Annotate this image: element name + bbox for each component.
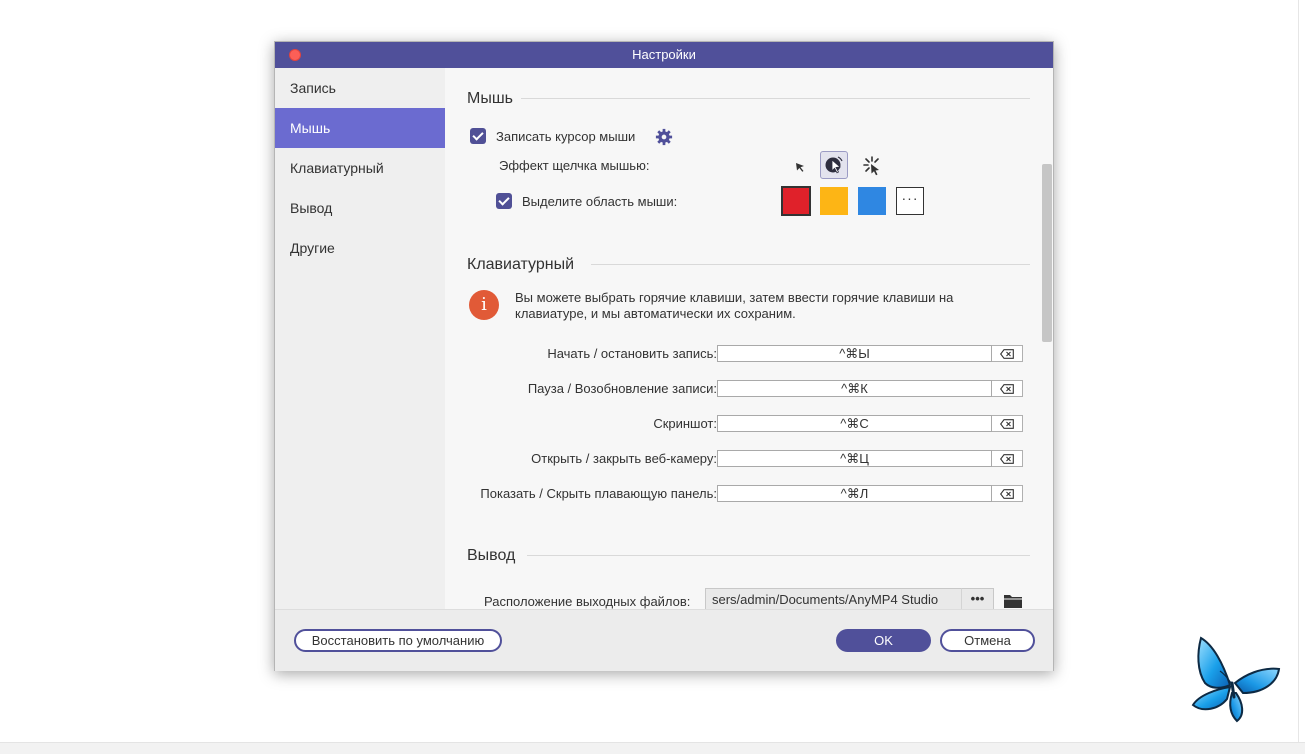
backspace-icon bbox=[1000, 488, 1014, 499]
hotkey-field-screenshot[interactable]: ^⌘С bbox=[717, 415, 992, 432]
folder-icon[interactable] bbox=[1003, 593, 1023, 609]
hotkey-label-start-stop: Начать / остановить запись: bbox=[547, 346, 717, 361]
ok-button[interactable]: OK bbox=[836, 629, 931, 652]
cancel-button[interactable]: Отмена bbox=[940, 629, 1035, 652]
click-burst-cursor-icon[interactable] bbox=[858, 152, 886, 180]
hotkey-label-webcam: Открыть / закрыть веб-камеру: bbox=[531, 451, 717, 466]
content-scrollbar[interactable] bbox=[1042, 164, 1052, 342]
settings-sidebar: Запись Мышь Клавиатурный Вывод Другие bbox=[275, 68, 445, 609]
arrow-cursor-icon[interactable] bbox=[786, 153, 814, 181]
hotkey-label-floating-panel: Показать / Скрыть плавающую панель: bbox=[480, 486, 717, 501]
hotkey-field-webcam[interactable]: ^⌘Ц bbox=[717, 450, 992, 467]
sidebar-item-mouse[interactable]: Мышь bbox=[275, 108, 445, 148]
highlight-area-checkbox[interactable] bbox=[496, 193, 512, 209]
more-colors-button[interactable]: ··· bbox=[896, 187, 924, 215]
click-ripple-cursor-icon[interactable] bbox=[820, 151, 848, 179]
sidebar-item-record[interactable]: Запись bbox=[275, 68, 445, 108]
hotkey-field-start-stop[interactable]: ^⌘Ы bbox=[717, 345, 992, 362]
clear-hotkey-button[interactable] bbox=[992, 380, 1023, 397]
close-window-button[interactable] bbox=[289, 49, 301, 61]
backspace-icon bbox=[1000, 453, 1014, 464]
record-cursor-checkbox[interactable] bbox=[470, 128, 486, 144]
sidebar-item-other[interactable]: Другие bbox=[275, 228, 445, 268]
page-right-edge bbox=[1298, 0, 1299, 742]
info-icon: i bbox=[469, 290, 499, 320]
sidebar-item-keyboard[interactable]: Клавиатурный bbox=[275, 148, 445, 188]
settings-dialog: Настройки Запись Мышь Клавиатурный Вывод… bbox=[274, 41, 1054, 671]
gear-icon[interactable] bbox=[655, 128, 673, 146]
output-location-label: Расположение выходных файлов: bbox=[484, 594, 691, 609]
highlight-color-blue[interactable] bbox=[858, 187, 886, 215]
highlight-color-yellow[interactable] bbox=[820, 187, 848, 215]
hotkey-info-text: Вы можете выбрать горячие клавиши, затем… bbox=[515, 290, 954, 321]
hotkey-row-label-wrap: Пауза / Возобновление записи: bbox=[445, 381, 717, 398]
click-effect-label: Эффект щелчка мышью: bbox=[499, 158, 650, 173]
settings-content-pane: Мышь Записать курсор мыши Эффект щелчка … bbox=[445, 68, 1053, 609]
clear-hotkey-button[interactable] bbox=[992, 450, 1023, 467]
hotkey-field-floating-panel[interactable]: ^⌘Л bbox=[717, 485, 992, 502]
highlight-area-label: Выделите область мыши: bbox=[522, 194, 678, 209]
hotkey-row-label-wrap: Открыть / закрыть веб-камеру: bbox=[445, 451, 717, 468]
dialog-title: Настройки bbox=[632, 47, 696, 62]
backspace-icon bbox=[1000, 418, 1014, 429]
dialog-footer: Восстановить по умолчанию OK Отмена bbox=[275, 609, 1053, 671]
record-cursor-label: Записать курсор мыши bbox=[496, 129, 636, 144]
hotkey-field-pause-resume[interactable]: ^⌘К bbox=[717, 380, 992, 397]
section-divider bbox=[527, 555, 1030, 556]
sidebar-item-output[interactable]: Вывод bbox=[275, 188, 445, 228]
backspace-icon bbox=[1000, 383, 1014, 394]
butterfly-logo bbox=[1191, 636, 1281, 723]
section-divider bbox=[591, 264, 1030, 265]
output-location-field[interactable]: sers/admin/Documents/AnyMP4 Studio bbox=[705, 588, 962, 609]
highlight-color-red[interactable] bbox=[781, 186, 811, 216]
hotkey-label-pause-resume: Пауза / Возобновление записи: bbox=[527, 381, 717, 396]
hotkey-row-label-wrap: Начать / остановить запись: bbox=[445, 346, 717, 363]
section-title-output: Вывод bbox=[467, 547, 516, 564]
restore-defaults-button[interactable]: Восстановить по умолчанию bbox=[294, 629, 502, 652]
dialog-titlebar: Настройки bbox=[275, 42, 1053, 68]
hotkey-label-screenshot: Скриншот: bbox=[653, 416, 717, 431]
backspace-icon bbox=[1000, 348, 1014, 359]
clear-hotkey-button[interactable] bbox=[992, 415, 1023, 432]
section-title-mouse: Мышь bbox=[467, 90, 513, 107]
clear-hotkey-button[interactable] bbox=[992, 345, 1023, 362]
hotkey-row-label-wrap: Скриншот: bbox=[445, 416, 717, 433]
clear-hotkey-button[interactable] bbox=[992, 485, 1023, 502]
browse-location-button[interactable]: ••• bbox=[961, 588, 994, 609]
hotkey-row-label-wrap: Показать / Скрыть плавающую панель: bbox=[445, 486, 717, 503]
page-bottom-bar bbox=[0, 742, 1305, 754]
section-divider bbox=[521, 98, 1030, 99]
section-title-keyboard: Клавиатурный bbox=[467, 256, 575, 273]
